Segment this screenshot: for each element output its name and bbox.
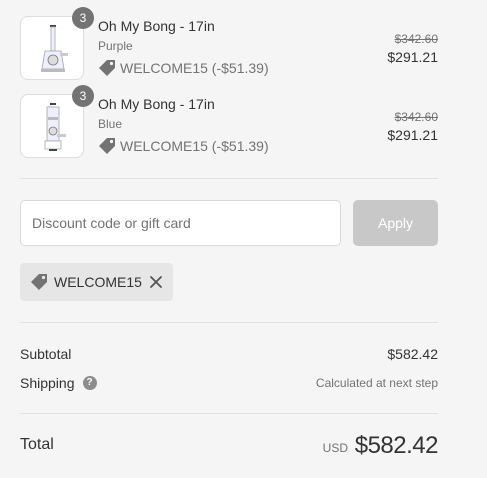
line-item: 3 Oh My Bong - 17in Blue WELCOME15 (-$51… xyxy=(20,85,438,158)
discounted-price: $291.21 xyxy=(387,127,438,143)
original-price: $342.60 xyxy=(394,110,438,124)
total-value: $582.42 xyxy=(354,432,439,459)
divider xyxy=(20,413,438,414)
quantity-badge: 3 xyxy=(72,7,94,29)
applied-discount-chip: WELCOME15 xyxy=(20,263,173,301)
apply-button[interactable]: Apply xyxy=(353,200,438,246)
item-discount-text: WELCOME15 (-$51.39) xyxy=(120,138,269,154)
order-summary: 3 Oh My Bong - 17in Purple WELCOME15 (-$… xyxy=(20,0,439,478)
divider xyxy=(20,322,438,323)
applied-discount-code: WELCOME15 xyxy=(54,274,142,290)
discounted-price: $291.21 xyxy=(387,49,438,65)
currency-code: USD xyxy=(322,441,348,455)
subtotal-label: Subtotal xyxy=(20,346,72,362)
tag-icon xyxy=(99,60,115,76)
product-variant: Purple xyxy=(98,39,133,53)
divider xyxy=(20,178,438,179)
total-label: Total xyxy=(20,436,54,453)
item-discount-text: WELCOME15 (-$51.39) xyxy=(120,60,269,76)
discount-code-input[interactable] xyxy=(20,200,341,246)
question-circle-icon[interactable]: ? xyxy=(82,376,97,390)
quantity-badge: 3 xyxy=(72,85,94,107)
line-item: 3 Oh My Bong - 17in Purple WELCOME15 (-$… xyxy=(20,7,438,80)
subtotal-value: $582.42 xyxy=(387,346,438,362)
item-discount: WELCOME15 (-$51.39) xyxy=(98,137,269,155)
item-discount: WELCOME15 (-$51.39) xyxy=(98,59,269,77)
tag-icon xyxy=(31,274,47,290)
product-variant: Blue xyxy=(98,117,123,131)
tag-icon xyxy=(99,138,115,154)
product-name: Oh My Bong - 17in xyxy=(98,96,215,112)
shipping-label: Shipping xyxy=(20,375,75,391)
original-price: $342.60 xyxy=(394,32,438,46)
close-icon[interactable] xyxy=(149,275,163,289)
shipping-row-label: Shipping ? xyxy=(20,375,97,391)
product-name: Oh My Bong - 17in xyxy=(98,18,215,34)
shipping-value: Calculated at next step xyxy=(315,376,438,390)
